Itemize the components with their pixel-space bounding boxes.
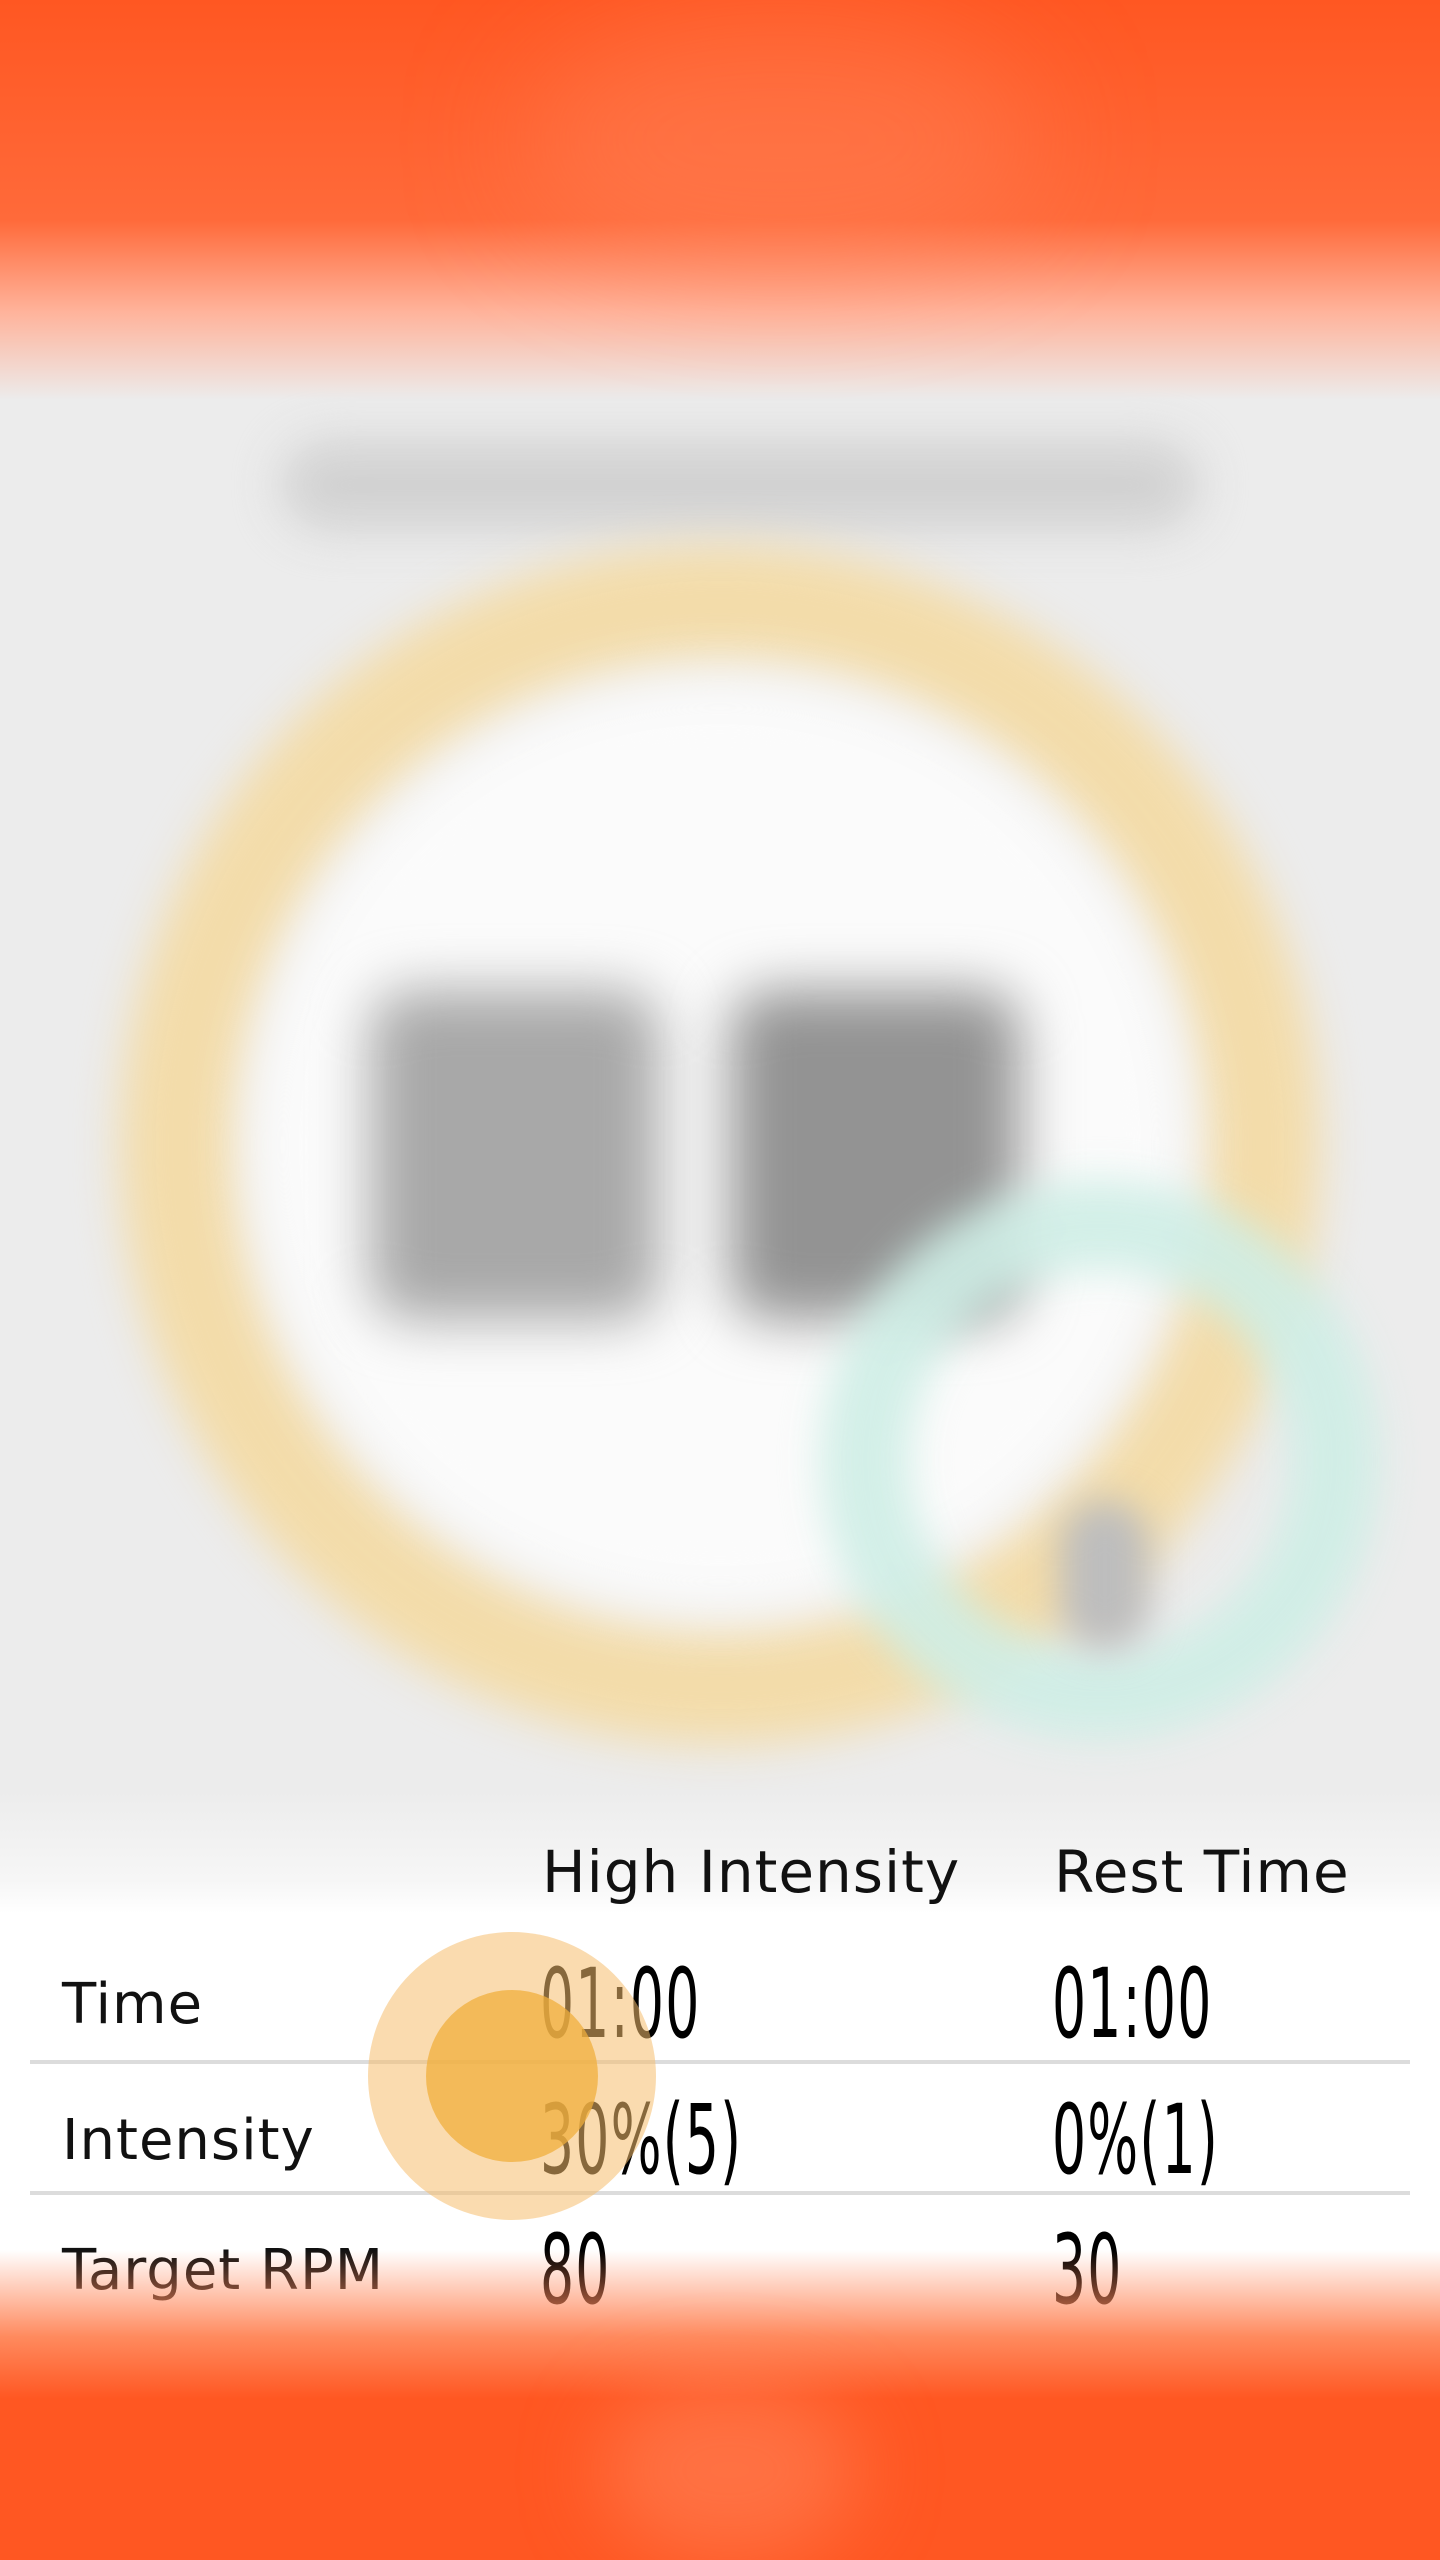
row-divider — [30, 2191, 1410, 2195]
blurred-title — [280, 440, 1200, 530]
row-label-time: Time — [62, 1972, 204, 2037]
time-rest-value[interactable]: 01:00 — [1052, 1948, 1212, 2060]
header-rest-time: Rest Time — [1054, 1838, 1350, 1906]
secondary-ring-value — [1060, 1500, 1150, 1650]
blurred-digit-left — [370, 990, 660, 1320]
intensity-rest-value[interactable]: 0%(1) — [1052, 2084, 1219, 2196]
secondary-ring — [820, 1180, 1380, 1740]
top-bar-glow — [520, 10, 1040, 270]
row-label-intensity: Intensity — [62, 2108, 315, 2173]
bottom-bar-glow — [600, 2380, 860, 2560]
row-divider — [30, 2060, 1410, 2064]
header-high-intensity: High Intensity — [542, 1838, 961, 1906]
touch-indicator — [426, 1990, 598, 2162]
